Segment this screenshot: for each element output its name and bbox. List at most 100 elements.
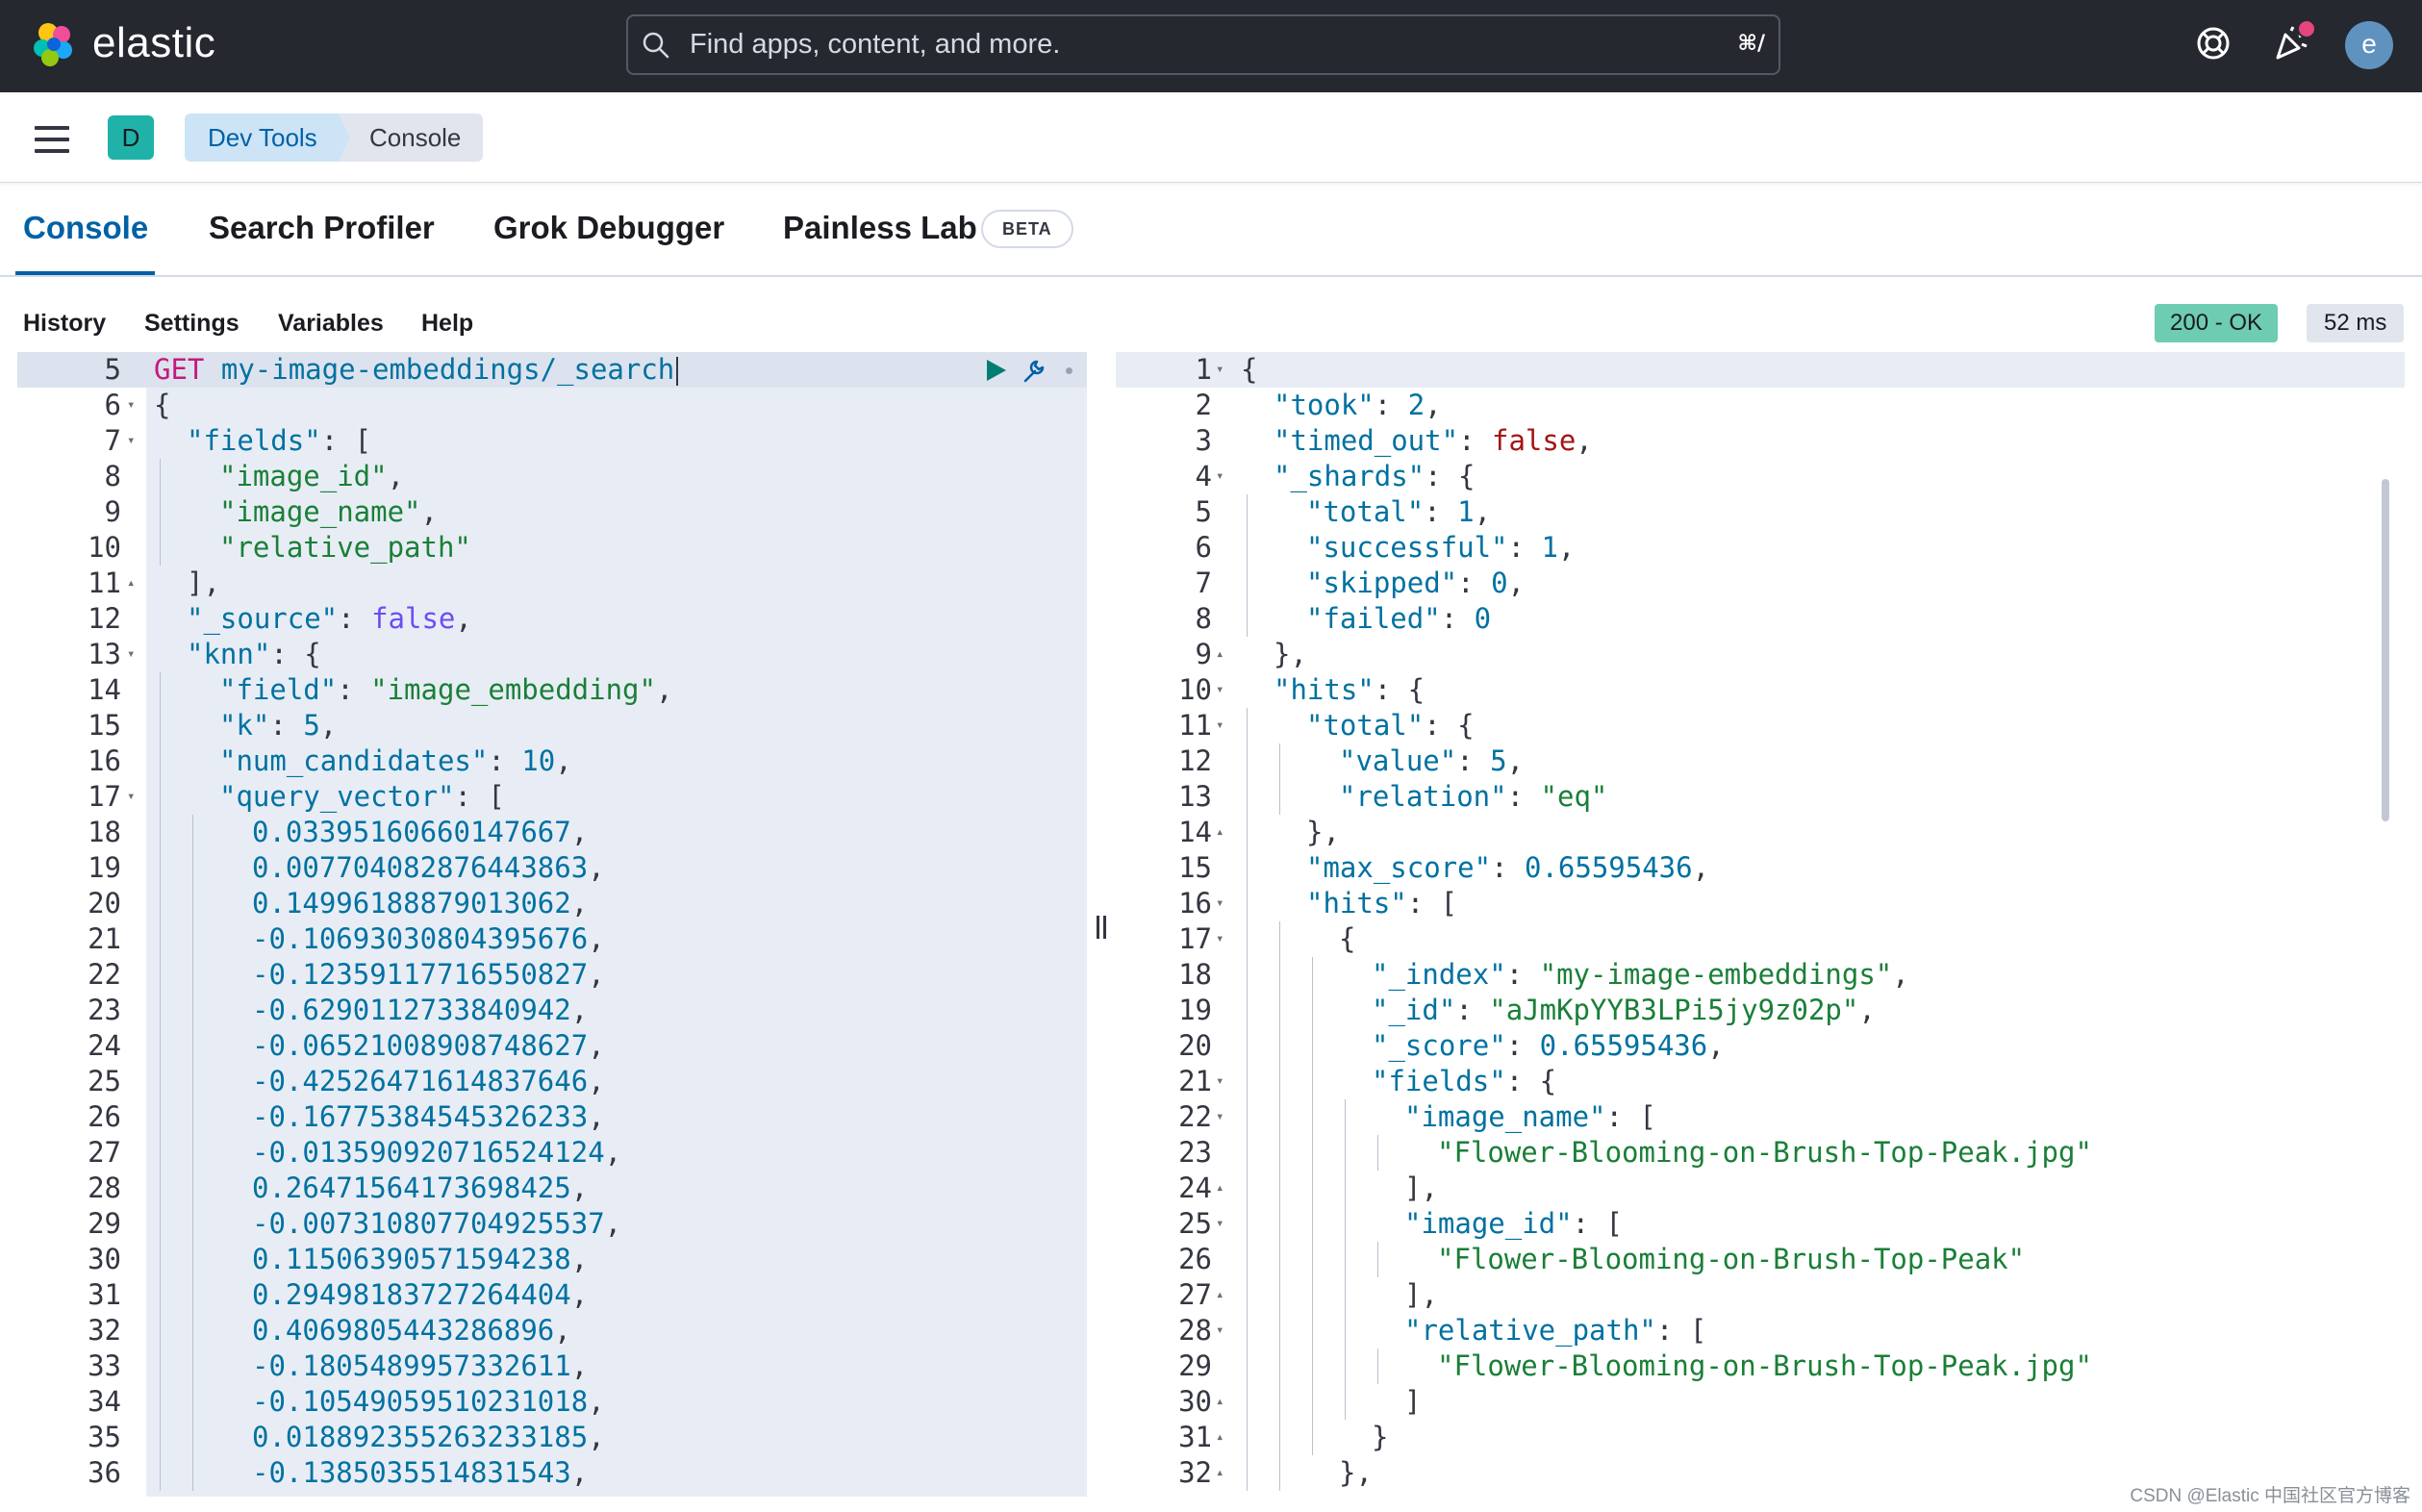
more-actions-icon[interactable] xyxy=(1066,367,1072,374)
code-line[interactable]: 7 ▾ "fields": [ xyxy=(17,423,1087,459)
logo-text[interactable]: elastic xyxy=(92,19,215,67)
code-line[interactable]: 36 -0.1385035514831543, xyxy=(17,1455,1087,1491)
code-line[interactable]: 6 ▾ { xyxy=(17,388,1087,423)
fold-open-icon[interactable]: ▾ xyxy=(1216,459,1224,494)
code-line[interactable]: 24 ▴], xyxy=(1116,1171,2405,1206)
code-line[interactable]: 18 "_index": "my-image-embeddings", xyxy=(1116,957,2405,993)
settings-menu-button[interactable]: Settings xyxy=(144,310,240,338)
fold-close-icon[interactable]: ▴ xyxy=(1216,1277,1224,1313)
editor-resize-handle[interactable] xyxy=(1087,352,1116,1497)
fold-open-icon[interactable]: ▾ xyxy=(1216,1206,1224,1242)
space-avatar[interactable]: D xyxy=(108,115,154,160)
code-line[interactable]: 31 0.29498183727264404, xyxy=(17,1277,1087,1313)
code-line[interactable]: 27 ▴], xyxy=(1116,1277,2405,1313)
fold-close-icon[interactable]: ▴ xyxy=(1216,637,1224,672)
code-line[interactable]: 10 "relative_path" xyxy=(17,530,1087,566)
code-line[interactable]: 12 "_source": false, xyxy=(17,601,1087,637)
code-line[interactable]: 24 -0.06521008908748627, xyxy=(17,1028,1087,1064)
help-menu-button[interactable]: Help xyxy=(421,310,473,338)
code-line[interactable]: 6 "successful": 1, xyxy=(1116,530,2405,566)
code-line[interactable]: 3 "timed_out": false, xyxy=(1116,423,2405,459)
fold-open-icon[interactable]: ▾ xyxy=(1216,708,1224,743)
code-line[interactable]: 18 0.03395160660147667, xyxy=(17,815,1087,850)
code-line[interactable]: 2 "took": 2, xyxy=(1116,388,2405,423)
fold-close-icon[interactable]: ▴ xyxy=(1216,1455,1224,1491)
code-line[interactable]: 35 0.018892355263233185, xyxy=(17,1420,1087,1455)
code-line[interactable]: 8 "failed": 0 xyxy=(1116,601,2405,637)
code-line[interactable]: 15 "k": 5, xyxy=(17,708,1087,743)
code-line[interactable]: 5 "total": 1, xyxy=(1116,494,2405,530)
user-avatar[interactable]: e xyxy=(2345,21,2393,69)
wrench-icon[interactable] xyxy=(1018,356,1048,387)
code-line[interactable]: 31 ▴} xyxy=(1116,1420,2405,1455)
code-line[interactable]: 23 -0.6290112733840942, xyxy=(17,993,1087,1028)
tab-grok-debugger[interactable]: Grok Debugger xyxy=(493,210,724,246)
tab-console[interactable]: Console xyxy=(23,210,148,246)
code-line[interactable]: 20 0.14996188879013062, xyxy=(17,886,1087,921)
code-line[interactable]: 28 0.26471564173698425, xyxy=(17,1171,1087,1206)
fold-open-icon[interactable]: ▾ xyxy=(127,637,135,672)
code-line[interactable]: 9 ▴}, xyxy=(1116,637,2405,672)
search-input[interactable] xyxy=(690,16,1652,73)
fold-open-icon[interactable]: ▾ xyxy=(1216,1099,1224,1135)
send-request-icon[interactable] xyxy=(983,358,1008,383)
code-line[interactable]: 13 "relation": "eq" xyxy=(1116,779,2405,815)
code-line[interactable]: 26 -0.16775384545326233, xyxy=(17,1099,1087,1135)
code-line[interactable]: 4 ▾ "_shards": { xyxy=(1116,459,2405,494)
fold-open-icon[interactable]: ▾ xyxy=(1216,886,1224,921)
code-line[interactable]: 28 ▾ "relative_path": [ xyxy=(1116,1313,2405,1348)
code-line[interactable]: 13 ▾ "knn": { xyxy=(17,637,1087,672)
code-line[interactable]: 25 -0.42526471614837646, xyxy=(17,1064,1087,1099)
fold-open-icon[interactable]: ▾ xyxy=(127,779,135,815)
code-line[interactable]: 21 ▾ "fields": { xyxy=(1116,1064,2405,1099)
tab-search-profiler[interactable]: Search Profiler xyxy=(209,210,435,246)
fold-open-icon[interactable]: ▾ xyxy=(127,388,135,423)
code-line[interactable]: 33 -0.1805489957332611, xyxy=(17,1348,1087,1384)
fold-close-icon[interactable]: ▴ xyxy=(127,566,135,601)
code-line[interactable]: 27 -0.013590920716524124, xyxy=(17,1135,1087,1171)
code-line[interactable]: 20 "_score": 0.65595436, xyxy=(1116,1028,2405,1064)
breadcrumb-dev-tools[interactable]: Dev Tools xyxy=(185,113,350,162)
elastic-logo-icon[interactable] xyxy=(29,19,79,69)
code-line[interactable]: 34 -0.10549059510231018, xyxy=(17,1384,1087,1420)
code-line[interactable]: 29 -0.007310807704925537, xyxy=(17,1206,1087,1242)
code-line[interactable]: 29 "Flower-Blooming-on-Brush-Top-Peak.jpg… xyxy=(1116,1348,2405,1384)
code-line[interactable]: 7 "skipped": 0, xyxy=(1116,566,2405,601)
fold-open-icon[interactable]: ▾ xyxy=(1216,1313,1224,1348)
code-line[interactable]: 22 -0.12359117716550827, xyxy=(17,957,1087,993)
code-line[interactable]: 1 ▾ { xyxy=(1116,352,2405,388)
help-icon[interactable] xyxy=(2193,23,2233,63)
code-line[interactable]: 26 "Flower-Blooming-on-Brush-Top-Peak" xyxy=(1116,1242,2405,1277)
tab-painless-lab[interactable]: Painless Lab xyxy=(783,210,977,246)
fold-open-icon[interactable]: ▾ xyxy=(1216,352,1224,388)
code-line[interactable]: 19 0.007704082876443863, xyxy=(17,850,1087,886)
fold-close-icon[interactable]: ▴ xyxy=(1216,1171,1224,1206)
code-line[interactable]: 16 ▾ "hits": [ xyxy=(1116,886,2405,921)
response-viewer[interactable]: 1 ▾{2 "took": 2, 3 "timed_out": false, 4 ▾ "_sh… xyxy=(1116,352,2405,1497)
global-search[interactable]: ⌘/ xyxy=(626,14,1780,75)
code-line[interactable]: 9 "image_name", xyxy=(17,494,1087,530)
code-line[interactable]: 22 ▾ "image_name": [ xyxy=(1116,1099,2405,1135)
fold-open-icon[interactable]: ▾ xyxy=(127,423,135,459)
code-line[interactable]: 30 ▴] xyxy=(1116,1384,2405,1420)
code-line[interactable]: 25 ▾ "image_id": [ xyxy=(1116,1206,2405,1242)
code-line[interactable]: 11 ▾ "total": { xyxy=(1116,708,2405,743)
variables-menu-button[interactable]: Variables xyxy=(278,310,384,338)
code-line[interactable]: 11 ▴], xyxy=(17,566,1087,601)
code-line[interactable]: 17 ▾ { xyxy=(1116,921,2405,957)
fold-open-icon[interactable]: ▾ xyxy=(1216,1064,1224,1099)
fold-open-icon[interactable]: ▾ xyxy=(1216,921,1224,957)
code-line[interactable]: 8 "image_id", xyxy=(17,459,1087,494)
code-line[interactable]: 30 0.11506390571594238, xyxy=(17,1242,1087,1277)
code-line[interactable]: 16 "num_candidates": 10, xyxy=(17,743,1087,779)
code-line[interactable]: 10 ▾ "hits": { xyxy=(1116,672,2405,708)
menu-toggle-button[interactable] xyxy=(35,121,73,154)
fold-close-icon[interactable]: ▴ xyxy=(1216,1384,1224,1420)
code-line[interactable]: 14 "field": "image_embedding", xyxy=(17,672,1087,708)
fold-close-icon[interactable]: ▴ xyxy=(1216,1420,1224,1455)
history-menu-button[interactable]: History xyxy=(23,310,106,338)
code-line[interactable]: 32 0.4069805443286896, xyxy=(17,1313,1087,1348)
code-line[interactable]: 17 ▾ "query_vector": [ xyxy=(17,779,1087,815)
request-editor[interactable]: 5 GET my-image-embeddings/_search 6 ▾{7 ▾ "fi… xyxy=(17,352,1087,1497)
code-line[interactable]: 5 GET my-image-embeddings/_search xyxy=(17,352,1087,388)
